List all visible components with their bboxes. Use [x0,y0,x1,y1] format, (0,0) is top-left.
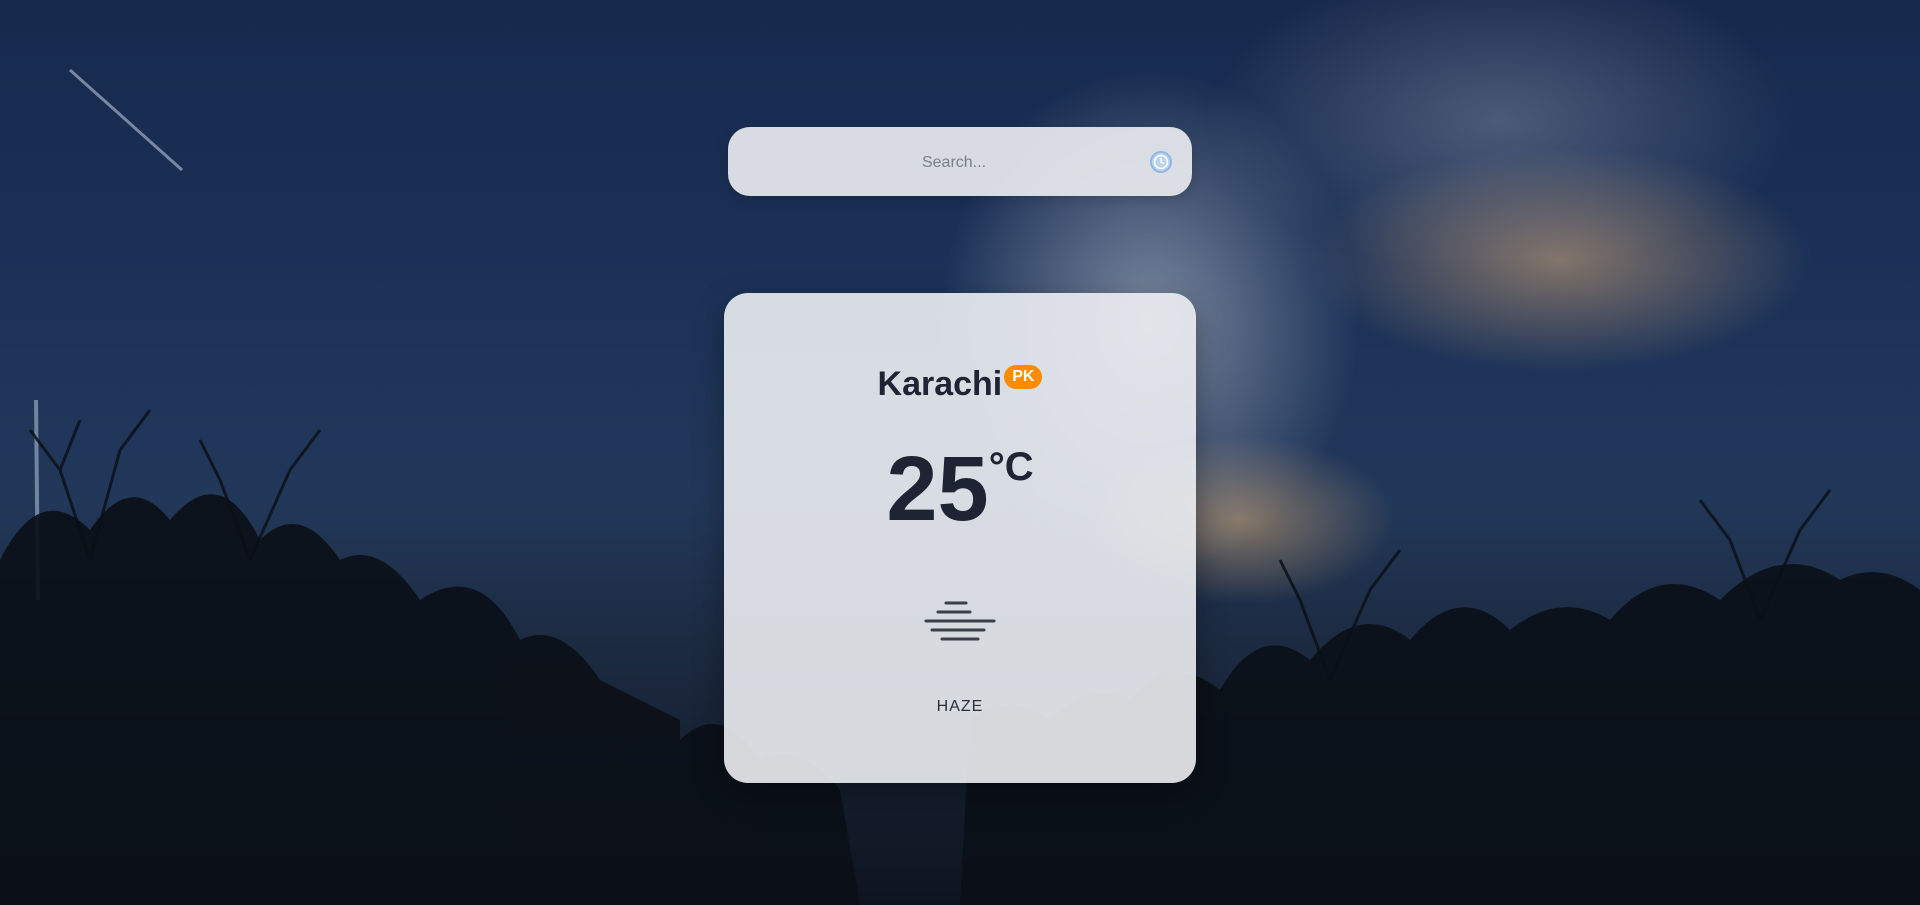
location: Karachi PK [724,364,1196,404]
temperature-value: 25 [886,438,989,540]
search-bar [728,127,1192,198]
temperature: 25°C [724,443,1196,535]
city-name: Karachi [877,365,1003,403]
weather-card: Karachi PK 25°C HAZE [724,293,1196,783]
haze-icon [924,601,996,641]
clock-icon[interactable] [1149,150,1173,174]
country-badge: PK [1004,364,1043,389]
temperature-unit: °C [988,445,1034,489]
weather-description: HAZE [936,698,984,715]
search-input[interactable] [752,127,1156,198]
